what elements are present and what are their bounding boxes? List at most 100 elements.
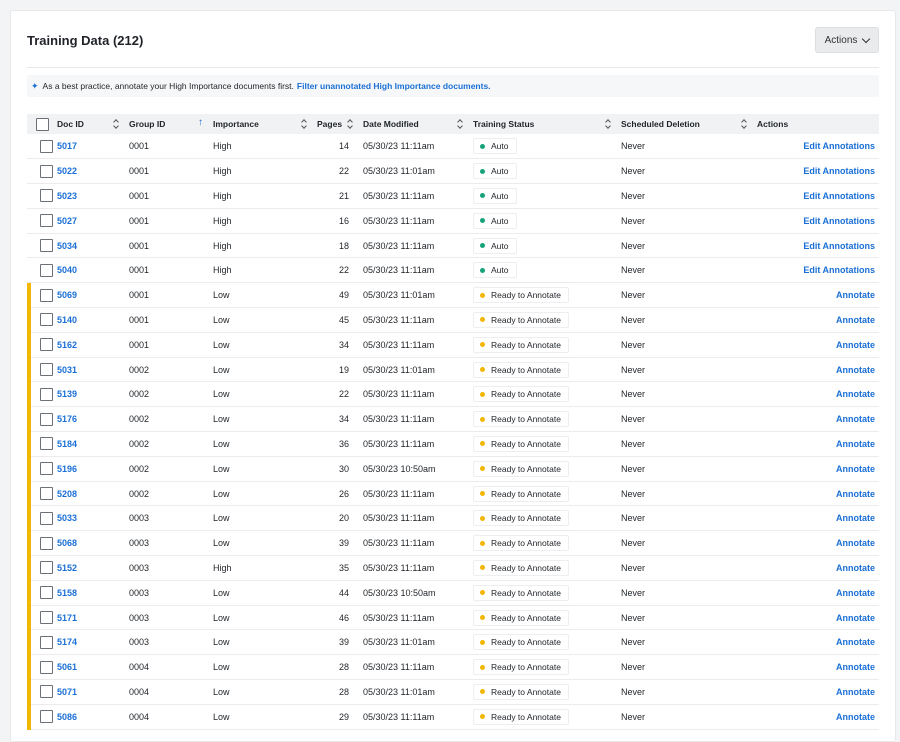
annotate-link[interactable]: Annotate: [836, 563, 875, 573]
row-checkbox[interactable]: [40, 536, 53, 550]
date-modified-cell: 05/30/23 11:11am: [363, 215, 435, 226]
row-checkbox[interactable]: [40, 511, 53, 525]
annotate-link[interactable]: Annotate: [836, 538, 875, 548]
status-label: Auto: [491, 265, 509, 276]
annotate-link[interactable]: Annotate: [836, 712, 875, 722]
row-checkbox[interactable]: [40, 611, 53, 625]
col-training-status[interactable]: Training Status: [469, 114, 617, 134]
doc-id-link[interactable]: 5023: [57, 191, 77, 201]
doc-id-link[interactable]: 5040: [57, 265, 77, 275]
doc-id-link[interactable]: 5071: [57, 687, 77, 697]
row-flag: [27, 530, 31, 556]
edit-annotations-link[interactable]: Edit Annotations: [803, 216, 875, 226]
edit-annotations-link[interactable]: Edit Annotations: [803, 241, 875, 251]
date-modified-cell: 05/30/23 11:01am: [363, 290, 435, 301]
annotate-link[interactable]: Annotate: [836, 365, 875, 375]
doc-id-link[interactable]: 5171: [57, 613, 77, 623]
edit-annotations-link[interactable]: Edit Annotations: [803, 265, 875, 275]
doc-id-link[interactable]: 5068: [57, 538, 77, 548]
row-checkbox[interactable]: [40, 239, 53, 253]
actions-dropdown-button[interactable]: Actions: [815, 27, 879, 53]
col-date-modified[interactable]: Date Modified: [359, 114, 469, 134]
row-checkbox[interactable]: [40, 338, 53, 352]
row-checkbox[interactable]: [40, 363, 53, 377]
doc-id-link[interactable]: 5086: [57, 712, 77, 722]
row-checkbox[interactable]: [40, 164, 53, 178]
doc-id-link[interactable]: 5033: [57, 513, 77, 523]
annotate-link[interactable]: Annotate: [836, 340, 875, 350]
doc-id-link[interactable]: 5034: [57, 241, 77, 251]
annotate-link[interactable]: Annotate: [836, 588, 875, 598]
pages-cell: 30: [338, 463, 349, 474]
doc-id-link[interactable]: 5061: [57, 662, 77, 672]
row-checkbox[interactable]: [40, 462, 53, 476]
row-checkbox[interactable]: [40, 710, 53, 724]
annotate-link[interactable]: Annotate: [836, 290, 875, 300]
row-checkbox[interactable]: [40, 586, 53, 600]
row-checkbox[interactable]: [40, 288, 53, 302]
row-checkbox[interactable]: [40, 660, 53, 674]
row-flag: [27, 580, 31, 605]
status-dot-icon: [480, 515, 485, 521]
doc-id-link[interactable]: 5162: [57, 340, 77, 350]
status-dot-icon: [480, 267, 485, 273]
importance-cell: Low: [213, 389, 230, 400]
doc-id-link[interactable]: 5140: [57, 315, 77, 325]
col-pages[interactable]: Pages: [313, 114, 359, 134]
table-row: 5022 0001 High 22 05/30/23 11:01am Auto Never E…: [27, 159, 879, 184]
row-checkbox[interactable]: [40, 214, 53, 228]
edit-annotations-link[interactable]: Edit Annotations: [803, 191, 875, 201]
doc-id-link[interactable]: 5152: [57, 563, 77, 573]
status-dot-icon: [480, 540, 485, 546]
edit-annotations-link[interactable]: Edit Annotations: [803, 166, 875, 176]
doc-id-link[interactable]: 5176: [57, 414, 77, 424]
doc-id-link[interactable]: 5208: [57, 489, 77, 499]
row-checkbox[interactable]: [40, 437, 53, 451]
status-dot-icon: [480, 416, 485, 422]
scheduled-deletion-cell: Never: [621, 637, 646, 648]
doc-id-link[interactable]: 5139: [57, 389, 77, 399]
annotate-link[interactable]: Annotate: [836, 613, 875, 623]
annotate-link[interactable]: Annotate: [836, 489, 875, 499]
annotate-link[interactable]: Annotate: [836, 687, 875, 697]
doc-id-link[interactable]: 5069: [57, 290, 77, 300]
row-checkbox[interactable]: [40, 685, 53, 699]
select-all-checkbox[interactable]: [36, 117, 49, 131]
annotate-link[interactable]: Annotate: [836, 439, 875, 449]
row-checkbox[interactable]: [40, 387, 53, 401]
annotate-link[interactable]: Annotate: [836, 315, 875, 325]
annotate-link[interactable]: Annotate: [836, 414, 875, 424]
doc-id-link[interactable]: 5031: [57, 365, 77, 375]
row-checkbox[interactable]: [40, 412, 53, 426]
importance-cell: Low: [213, 463, 230, 474]
doc-id-link[interactable]: 5027: [57, 216, 77, 226]
row-checkbox[interactable]: [40, 313, 53, 327]
date-modified-cell: 05/30/23 11:01am: [363, 637, 435, 648]
doc-id-link[interactable]: 5174: [57, 637, 77, 647]
row-checkbox[interactable]: [40, 561, 53, 575]
row-checkbox[interactable]: [40, 263, 53, 277]
doc-id-link[interactable]: 5022: [57, 166, 77, 176]
importance-cell: Low: [213, 612, 230, 623]
annotate-link[interactable]: Annotate: [836, 464, 875, 474]
doc-id-link[interactable]: 5017: [57, 141, 77, 151]
filter-high-importance-link[interactable]: Filter unannotated High Importance docum…: [297, 81, 491, 91]
row-checkbox[interactable]: [40, 189, 53, 203]
annotate-link[interactable]: Annotate: [836, 513, 875, 523]
group-id-cell: 0003: [129, 538, 150, 549]
row-checkbox[interactable]: [40, 487, 53, 501]
annotate-link[interactable]: Annotate: [836, 662, 875, 672]
col-importance[interactable]: Importance: [209, 114, 313, 134]
edit-annotations-link[interactable]: Edit Annotations: [803, 141, 875, 151]
col-group-id[interactable]: Group ID ↑: [125, 114, 209, 134]
row-checkbox[interactable]: [40, 635, 53, 649]
doc-id-link[interactable]: 5184: [57, 439, 77, 449]
doc-id-link[interactable]: 5158: [57, 588, 77, 598]
col-scheduled-deletion[interactable]: Scheduled Deletion: [617, 114, 753, 134]
row-checkbox[interactable]: [40, 139, 53, 153]
annotate-link[interactable]: Annotate: [836, 637, 875, 647]
pages-cell: 39: [338, 637, 349, 648]
col-doc-id[interactable]: Doc ID: [53, 114, 125, 134]
doc-id-link[interactable]: 5196: [57, 464, 77, 474]
annotate-link[interactable]: Annotate: [836, 389, 875, 399]
